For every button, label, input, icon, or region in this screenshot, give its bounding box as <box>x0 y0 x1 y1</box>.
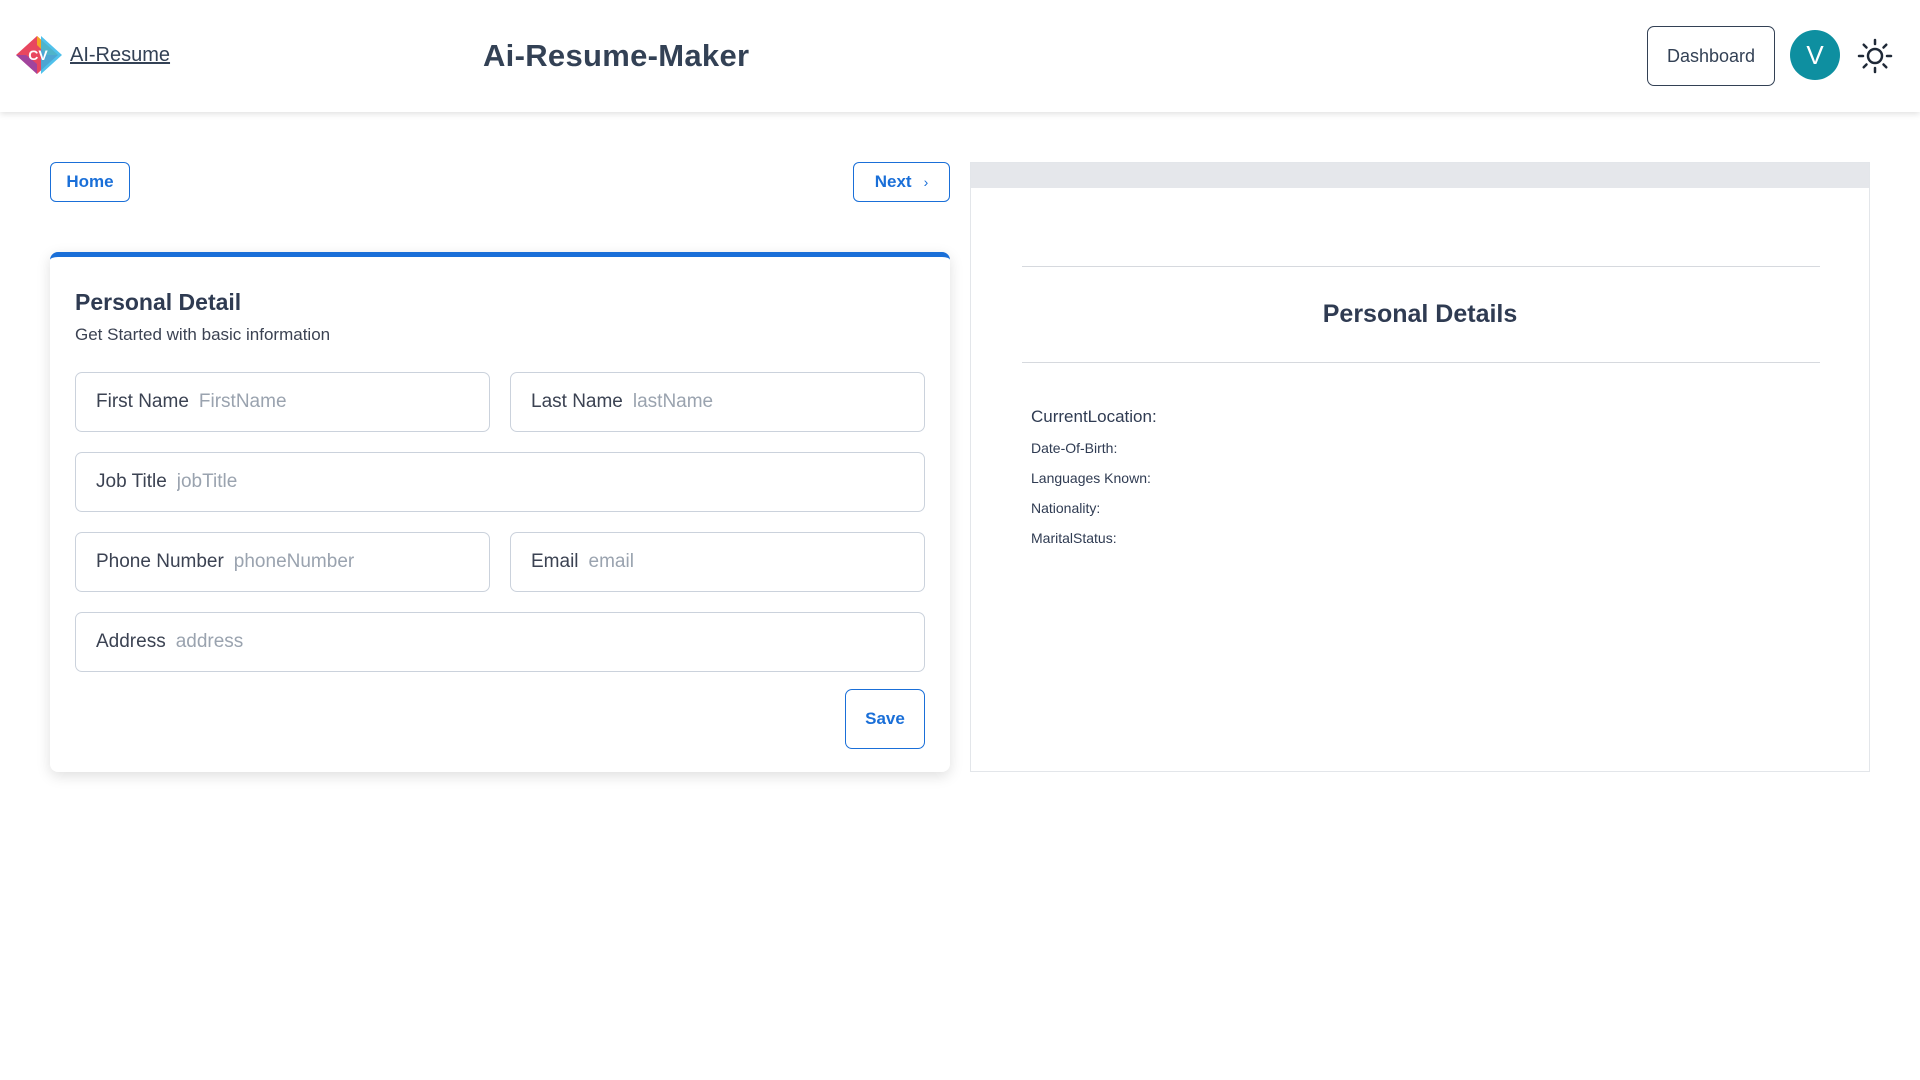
address-field[interactable]: Address <box>75 612 925 672</box>
save-button[interactable]: Save <box>845 689 925 749</box>
logo-badge-text: CV <box>28 47 48 63</box>
dashboard-button[interactable]: Dashboard <box>1647 26 1775 86</box>
nationality-text: Nationality: <box>1031 500 1101 516</box>
current-location-text: CurrentLocation: <box>1031 407 1157 426</box>
job-title-input[interactable] <box>176 471 924 493</box>
resume-preview: Personal Details CurrentLocation: Date-O… <box>970 162 1870 772</box>
home-button[interactable]: Home <box>50 162 130 202</box>
phone-number-field[interactable]: Phone Number <box>75 532 490 592</box>
marital-status-text: MaritalStatus: <box>1031 530 1117 546</box>
first-name-input[interactable] <box>198 391 489 413</box>
email-input[interactable] <box>588 551 924 573</box>
email-field[interactable]: Email <box>510 532 925 592</box>
email-label: Email <box>531 551 579 572</box>
page-title: Ai-Resume-Maker <box>483 38 750 73</box>
languages-known-text: Languages Known: <box>1031 470 1151 486</box>
chevron-right-icon: › <box>923 174 929 190</box>
last-name-input[interactable] <box>632 391 924 413</box>
first-name-field[interactable]: First Name <box>75 372 490 432</box>
top-navbar: CV AI-Resume Ai-Resume-Maker Dashboard V <box>0 0 1920 112</box>
divider <box>1022 266 1820 267</box>
address-label: Address <box>96 631 166 652</box>
last-name-label: Last Name <box>531 391 623 412</box>
address-input[interactable] <box>175 631 924 653</box>
preview-top-bar <box>971 163 1869 188</box>
last-name-field[interactable]: Last Name <box>510 372 925 432</box>
logo-link[interactable]: CV AI-Resume <box>16 34 170 76</box>
preview-heading: Personal Details <box>1322 300 1518 328</box>
divider <box>1022 362 1820 363</box>
personal-detail-card: Personal Detail Get Started with basic i… <box>50 252 950 772</box>
form-title: Personal Detail <box>75 289 242 315</box>
next-button[interactable]: Next › <box>853 162 950 202</box>
avatar[interactable]: V <box>1790 30 1840 80</box>
logo-text[interactable]: AI-Resume <box>70 44 170 67</box>
first-name-label: First Name <box>96 391 189 412</box>
phone-number-input[interactable] <box>233 551 489 573</box>
date-of-birth-text: Date-Of-Birth: <box>1031 440 1118 456</box>
form-subtitle: Get Started with basic information <box>75 325 331 344</box>
phone-number-label: Phone Number <box>96 551 224 572</box>
sun-icon[interactable] <box>1857 38 1893 74</box>
job-title-label: Job Title <box>96 471 167 492</box>
next-button-label: Next <box>874 172 912 191</box>
job-title-field[interactable]: Job Title <box>75 452 925 512</box>
cv-logo-icon: CV <box>16 36 62 74</box>
